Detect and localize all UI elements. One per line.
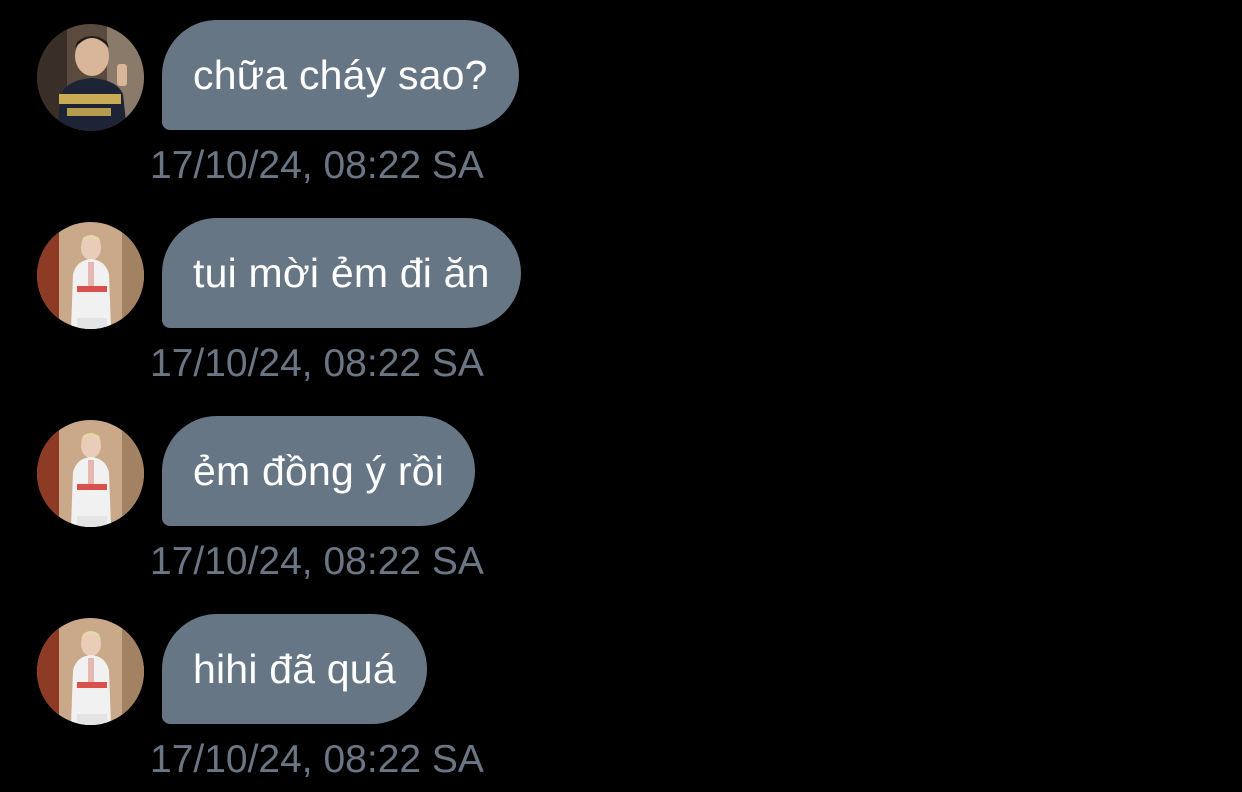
message-thread: chữa cháy sao? 17/10/24, 08:22 SA tui mờ… (0, 0, 1242, 787)
message-row: hihi đã quá 17/10/24, 08:22 SA (0, 594, 1242, 792)
avatar[interactable] (37, 420, 144, 527)
message-text: hihi đã quá (193, 645, 396, 692)
avatar-image (37, 618, 144, 725)
avatar-image (37, 24, 144, 131)
message-timestamp: 17/10/24, 08:22 SA (150, 342, 484, 385)
avatar[interactable] (37, 222, 144, 329)
message-bubble[interactable]: hihi đã quá (162, 614, 427, 724)
message-row: tui mời ẻm đi ăn 17/10/24, 08:22 SA (0, 198, 1242, 396)
avatar-image (37, 420, 144, 527)
message-timestamp: 17/10/24, 08:22 SA (150, 540, 484, 583)
avatar[interactable] (37, 618, 144, 725)
message-bubble[interactable]: chữa cháy sao? (162, 20, 519, 130)
message-timestamp: 17/10/24, 08:22 SA (150, 738, 484, 781)
avatar-image (37, 222, 144, 329)
message-timestamp: 17/10/24, 08:22 SA (150, 144, 484, 187)
avatar[interactable] (37, 24, 144, 131)
message-bubble[interactable]: tui mời ẻm đi ăn (162, 218, 521, 328)
message-row: chữa cháy sao? 17/10/24, 08:22 SA (0, 0, 1242, 198)
message-text: ẻm đồng ý rồi (193, 447, 445, 494)
message-bubble[interactable]: ẻm đồng ý rồi (162, 416, 476, 526)
message-row: ẻm đồng ý rồi 17/10/24, 08:22 SA (0, 396, 1242, 594)
message-text: tui mời ẻm đi ăn (193, 249, 490, 296)
message-text: chữa cháy sao? (193, 51, 488, 98)
